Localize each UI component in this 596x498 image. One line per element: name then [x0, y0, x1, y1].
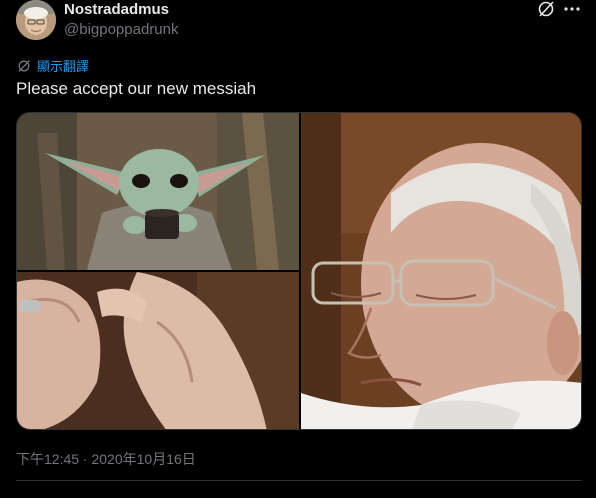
- display-name[interactable]: Nostradadmus: [64, 1, 169, 18]
- translate-label: 顯示翻譯: [37, 59, 90, 74]
- timestamp[interactable]: 下午12:45 · 2020年10月16日: [16, 449, 196, 469]
- tweet-text: Please accept our new messiah: [16, 79, 257, 98]
- more-options-icon[interactable]: [561, 0, 583, 18]
- tweet: Nostradadmus @bigpoppadrunk 顯示翻譯 Please …: [0, 0, 596, 498]
- user-handle[interactable]: @bigpoppadrunk: [64, 21, 178, 38]
- media-grid[interactable]: [16, 112, 582, 430]
- media-image-top-left[interactable]: [17, 113, 299, 270]
- translate-icon: [18, 59, 30, 72]
- media-image-bottom-left[interactable]: [17, 272, 299, 429]
- translate-link[interactable]: 顯示翻譯: [17, 56, 89, 75]
- grok-icon[interactable]: [537, 0, 555, 18]
- divider: [16, 480, 582, 481]
- avatar[interactable]: [16, 0, 56, 40]
- media-image-right[interactable]: [301, 113, 581, 429]
